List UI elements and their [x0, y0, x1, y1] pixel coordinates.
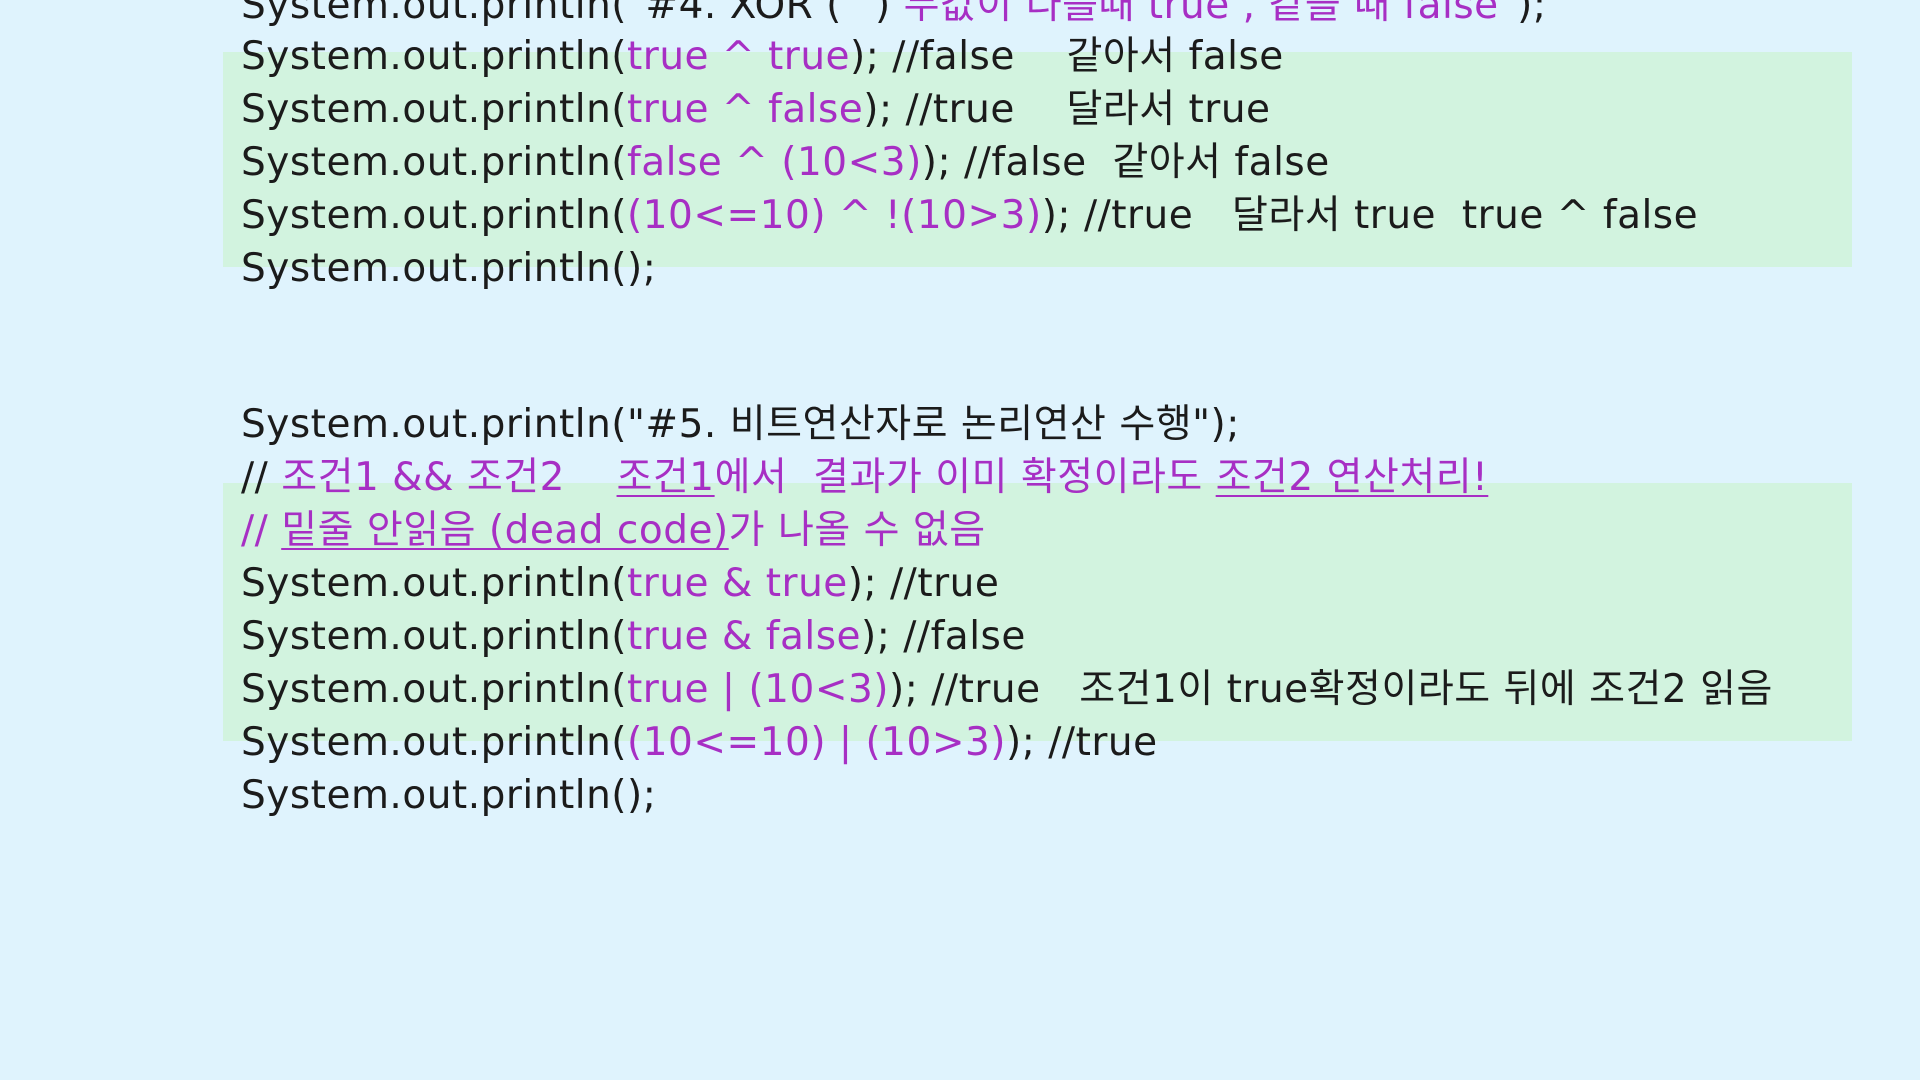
code-token: 밑줄 안읽음 (dead code) — [281, 508, 729, 553]
code-token: System.out.println( — [241, 667, 627, 712]
code-token: true ^ true — [627, 34, 851, 79]
code-token: ); //false — [861, 614, 1026, 659]
code-token: System.out.println("#5. 비트연산자로 논리연산 수행")… — [241, 402, 1240, 447]
code-token: System.out.println( — [241, 614, 627, 659]
code-line-bitwise-heading: System.out.println("#5. 비트연산자로 논리연산 수행")… — [241, 398, 1240, 451]
code-line-or-true-compare: System.out.println(true | (10<3)); //tru… — [241, 663, 1773, 716]
code-token: System.out.println( — [241, 193, 627, 238]
code-line-and-true-true: System.out.println(true & true); //true — [241, 557, 999, 610]
code-token: ); //true — [1006, 720, 1158, 765]
code-line-xor-compare-not: System.out.println((10<=10) ^ !(10>3)); … — [241, 189, 1698, 242]
code-token: ); //true 달라서 true true ^ false — [1041, 193, 1699, 238]
code-token: System.out.println(); — [241, 773, 657, 818]
code-token: System.out.println( — [241, 34, 627, 79]
code-token: 조건1 — [616, 455, 715, 500]
code-token: ); //true — [847, 561, 1000, 606]
code-token: // — [241, 455, 282, 500]
code-token: ); //true 달라서 true — [863, 87, 1271, 132]
code-line-println-empty: System.out.println(); — [241, 769, 656, 822]
code-token: ); //true 조건1이 true확정이라도 뒤에 조건2 읽음 — [889, 667, 1773, 712]
code-token: "); — [1498, 0, 1547, 28]
code-token: System.out.println( — [241, 720, 627, 765]
code-line-xor-false-compare: System.out.println(false ^ (10<3)); //fa… — [241, 136, 1330, 189]
code-token: ); //false 같아서 false — [921, 140, 1330, 185]
code-token: System.out.println( — [241, 561, 627, 606]
code-line-xor-true-true: System.out.println(true ^ true); //false… — [241, 30, 1284, 83]
code-line-comment-dead-code: // 밑줄 안읽음 (dead code)가 나올 수 없음 — [241, 504, 986, 557]
code-line-xor-heading: System.out.println("#4. XOR (^) 두값이 다를때 … — [241, 0, 1546, 32]
code-token: System.out.println( — [241, 87, 627, 132]
code-token: true & true — [627, 561, 848, 606]
code-token: System.out.println("#4. XOR (^) — [241, 0, 904, 28]
code-token: true & false — [627, 614, 862, 659]
code-token: System.out.println(); — [241, 246, 657, 291]
code-token: (10<=10) | (10>3) — [627, 720, 1007, 765]
code-token: 에서 결과가 이미 확정이라도 — [714, 455, 1216, 500]
code-token: ); //false 같아서 false — [850, 34, 1284, 79]
code-token: 조건1 && 조건2 — [281, 455, 617, 500]
code-token: // — [241, 508, 282, 553]
code-token: 조건2 연산처리! — [1215, 455, 1489, 500]
code-line-xor-true-false: System.out.println(true ^ false); //true… — [241, 83, 1271, 136]
code-token: false ^ (10<3) — [627, 140, 922, 185]
code-line-comment-condition: // 조건1 && 조건2 조건1에서 결과가 이미 확정이라도 조건2 연산처… — [241, 451, 1488, 504]
code-token: true | (10<3) — [627, 667, 890, 712]
code-line-and-true-false: System.out.println(true & false); //fals… — [241, 610, 1026, 663]
code-token: 가 나올 수 없음 — [728, 508, 986, 553]
code-line-println-empty: System.out.println(); — [241, 242, 656, 295]
code-token: true ^ false — [627, 87, 864, 132]
code-token: 두값이 다를때 true , 같을 때 false — [903, 0, 1499, 28]
code-token: System.out.println( — [241, 140, 627, 185]
code-token: (10<=10) ^ !(10>3) — [627, 193, 1042, 238]
code-line-or-compare-compare: System.out.println((10<=10) | (10>3)); /… — [241, 716, 1158, 769]
